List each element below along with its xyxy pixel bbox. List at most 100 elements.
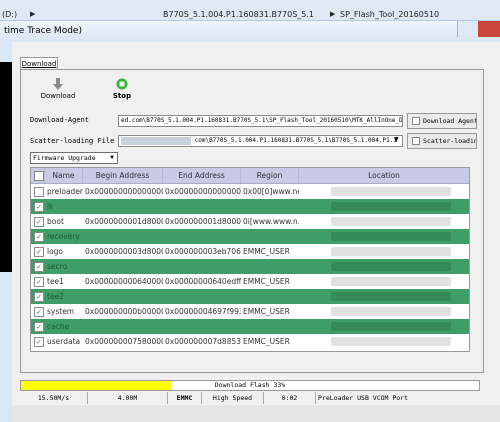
table-row[interactable]: ✓ secro: [31, 259, 469, 274]
column-header[interactable]: Location: [299, 168, 469, 183]
row-checkbox[interactable]: ✓: [34, 277, 44, 287]
cell-begin: 0x0000000006400000: [85, 277, 163, 286]
download-agent-field[interactable]: ed.com\B770S_5.1.004.P1.160831.B770S_5.1…: [118, 115, 403, 127]
stop-button-label: Stop: [112, 92, 132, 100]
cell-begin: 0x0000000001d80000: [85, 217, 163, 226]
table-row[interactable]: ✓ tee2: [31, 289, 469, 304]
cell-begin: [83, 319, 163, 334]
blurred-location: [331, 277, 451, 286]
table-row[interactable]: ✓ logo 0x0000000003d80000 0x000000003eb706b…: [31, 244, 469, 259]
cell-end: 0x00000004697f993: [165, 307, 241, 316]
download-agent-button[interactable]: Download Agent: [407, 113, 477, 129]
bottom-strip: [12, 405, 500, 422]
table-row[interactable]: ✓ system 0x000000000b000000 0x00000004697f9…: [31, 304, 469, 319]
row-checkbox[interactable]: ✓: [34, 202, 44, 212]
download-button[interactable]: Download: [38, 78, 78, 100]
header-select-all[interactable]: [31, 168, 45, 183]
cell-region: 0i[www.www.n...: [243, 217, 299, 226]
download-button-label: Download: [40, 92, 76, 100]
row-checkbox[interactable]: ✓: [34, 307, 44, 317]
cell-begin: [83, 199, 163, 214]
blurred-location: [331, 337, 451, 346]
scatter-field[interactable]: com\B770S_5.1.004.P1.160831.B770S_5.1\B7…: [118, 135, 403, 147]
cell-end: 0x000000007d885363: [165, 337, 241, 346]
cell-region: 0x00[0]www.new...: [243, 187, 299, 196]
left-black-region: [0, 62, 12, 272]
status-port: PreLoader USB VCOM Port: [318, 394, 409, 402]
row-checkbox[interactable]: ✓: [34, 232, 44, 242]
row-checkbox[interactable]: [34, 187, 44, 197]
folder-icon: [412, 137, 420, 145]
cell-begin: 0x0000000000000000: [85, 187, 163, 196]
minimize-button[interactable]: [457, 21, 478, 37]
table-row[interactable]: ✓ lk: [31, 199, 469, 214]
blurred-location: [331, 202, 451, 211]
blurred-location: [331, 262, 451, 271]
table-row[interactable]: ✓ userdata 0x0000000075800000 0x000000007d8…: [31, 334, 469, 349]
row-checkbox[interactable]: ✓: [34, 247, 44, 257]
mode-select[interactable]: Firmware Upgrade ▼: [30, 152, 118, 164]
status-time: 0:02: [264, 392, 316, 404]
cell-name: recovery: [47, 232, 80, 241]
table-header: Name Begin Address End Address Region Lo…: [31, 168, 469, 184]
chevron-down-icon[interactable]: ▼: [394, 136, 399, 143]
cell-name: cache: [47, 322, 70, 331]
column-header[interactable]: End Address: [163, 168, 241, 183]
scatter-loading-button[interactable]: Scatter-loading: [407, 133, 477, 149]
cell-region: EMMC_USER: [243, 277, 290, 286]
row-checkbox[interactable]: ✓: [34, 337, 44, 347]
scatter-path-text: com\B770S_5.1.004.P1.160831.B770S_5.1\B7…: [194, 137, 397, 144]
table-row[interactable]: ✓ recovery: [31, 229, 469, 244]
blurred-location: [331, 307, 451, 316]
cell-begin: [83, 289, 163, 304]
blurred-location: [331, 292, 451, 301]
cell-begin: 0x0000000003d80000: [85, 247, 163, 256]
chevron-down-icon: ▼: [110, 154, 114, 161]
cell-name: lk: [47, 202, 54, 211]
cell-begin: 0x000000000b000000: [85, 307, 163, 316]
row-checkbox[interactable]: ✓: [34, 292, 44, 302]
path-prefix: (D:): [2, 10, 18, 19]
cell-name: secro: [47, 262, 68, 271]
column-header[interactable]: Name: [45, 168, 83, 183]
arrow-down-icon: [52, 78, 64, 90]
cell-region: [241, 259, 299, 274]
table-row[interactable]: ✓ cache: [31, 319, 469, 334]
table-row[interactable]: preloader 0x0000000000000000 0x00000000000…: [31, 184, 469, 199]
close-button[interactable]: [478, 21, 500, 37]
cell-end: 0x00000000640edff: [165, 277, 241, 286]
row-checkbox[interactable]: ✓: [34, 217, 44, 227]
path-chevron: ▶: [30, 10, 36, 18]
column-header[interactable]: Begin Address: [83, 168, 163, 183]
cell-end: [163, 229, 241, 244]
cell-end: [163, 289, 241, 304]
status-speed: 15.50M/s: [20, 392, 88, 404]
status-bar: 15.50M/s 4.00M EMMC High Speed 0:02 PreL…: [20, 392, 480, 404]
status-storage: EMMC: [168, 392, 202, 404]
cell-region: EMMC_USER: [243, 247, 290, 256]
row-checkbox[interactable]: ✓: [34, 322, 44, 332]
cell-begin: [83, 259, 163, 274]
status-mode: High Speed: [202, 392, 264, 404]
path-segment-2[interactable]: SP_Flash_Tool_20160510: [340, 10, 439, 19]
stop-circle-icon: [116, 78, 128, 90]
cell-region: [241, 319, 299, 334]
download-agent-button-label: Download Agent: [423, 117, 477, 125]
column-header[interactable]: Region: [241, 168, 299, 183]
blurred-path: [121, 136, 191, 145]
stop-button[interactable]: Stop: [102, 78, 142, 100]
cell-name: preloader: [47, 187, 83, 196]
blurred-location: [331, 322, 451, 331]
path-segment-1[interactable]: B770S_5.1.004.P1.160831.B770S_5.1: [163, 10, 314, 19]
cell-region: [241, 289, 299, 304]
window-title: time Trace Mode): [0, 21, 500, 41]
table-row[interactable]: ✓ tee1 0x0000000006400000 0x00000000640edff…: [31, 274, 469, 289]
cell-region: EMMC_USER: [243, 307, 290, 316]
cell-region: [241, 229, 299, 244]
blurred-location: [331, 217, 451, 226]
progress-label: Download Flash 33%: [214, 381, 286, 389]
cell-region: EMMC_USER: [243, 337, 290, 346]
row-checkbox[interactable]: ✓: [34, 262, 44, 272]
cell-begin: [83, 229, 163, 244]
table-row[interactable]: ✓ boot 0x0000000001d80000 0x000000001d80000…: [31, 214, 469, 229]
